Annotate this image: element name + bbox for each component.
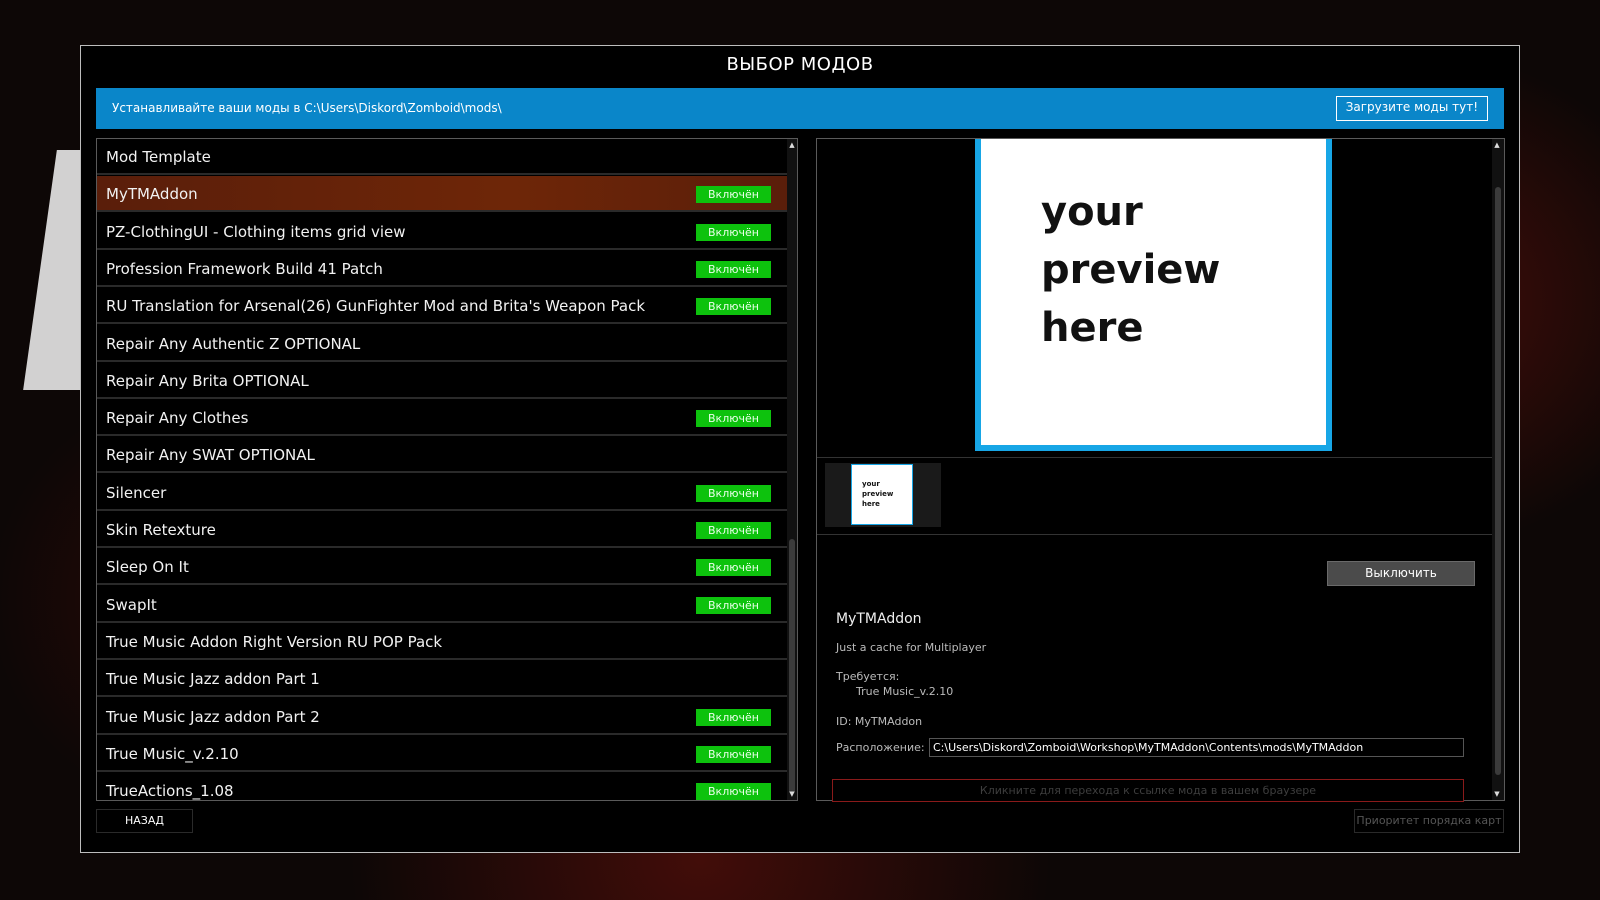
mod-row[interactable]: True Music Jazz addon Part 2 Включён [97,699,787,735]
mod-name: Repair Any Authentic Z OPTIONAL [106,335,361,353]
upload-mods-button[interactable]: Загрузите моды тут! [1335,96,1488,121]
scrollbar-thumb[interactable] [1495,187,1501,775]
mod-row[interactable]: Sleep On It Включён [97,549,787,585]
mod-row[interactable]: Repair Any Authentic Z OPTIONAL [97,326,787,362]
enabled-badge: Включён [696,522,771,539]
enabled-badge: Включён [696,746,771,763]
requires-label: Требуется: [836,670,900,683]
mod-name: Repair Any Clothes [106,409,249,427]
enabled-badge: Включён [696,186,771,203]
enabled-badge: Включён [696,559,771,576]
mod-name: Sleep On It [106,558,189,576]
mod-name: Mod Template [106,148,211,166]
mod-row[interactable]: True Music_v.2.10 Включён [97,736,787,772]
thumbnail-item[interactable]: your preview here [825,463,941,527]
mods-path-text: Устанавливайте ваши моды в C:\Users\Disk… [112,101,502,115]
mod-name: MyTMAddon [106,185,198,203]
mod-name: SwapIt [106,596,157,614]
mod-row[interactable]: Silencer Включён [97,475,787,511]
enabled-badge: Включён [696,261,771,278]
mod-title: MyTMAddon [836,611,922,627]
mod-row[interactable]: PZ-ClothingUI - Clothing items grid view… [97,214,787,250]
mod-name: RU Translation for Arsenal(26) GunFighte… [106,297,646,315]
mod-name: Repair Any Brita OPTIONAL [106,372,309,390]
mod-name: True Music Addon Right Version RU POP Pa… [106,633,443,651]
mod-name: Repair Any SWAT OPTIONAL [106,446,315,464]
mod-name: Silencer [106,484,167,502]
mod-row[interactable]: True Music Jazz addon Part 1 [97,661,787,697]
requires-value: True Music_v.2.10 [856,685,954,698]
mod-detail-panel: your preview here your preview here Выключит… [816,138,1505,802]
enabled-badge: Включён [696,298,771,315]
enabled-badge: Включён [696,709,771,726]
scroll-up-icon[interactable]: ▲ [1493,141,1501,149]
info-bar: Устанавливайте ваши моды в C:\Users\Disk… [96,88,1504,129]
mod-row[interactable]: TrueActions_1.08 Включён [97,773,787,800]
mod-row[interactable]: True Music Addon Right Version RU POP Pa… [97,624,787,660]
mod-name: Profession Framework Build 41 Patch [106,260,383,278]
mod-select-window: ВЫБОР МОДОВ Устанавливайте ваши моды в C… [80,45,1520,853]
mod-row[interactable]: Profession Framework Build 41 Patch Включ… [97,251,787,287]
location-field[interactable]: C:\Users\Diskord\Zomboid\Workshop\MyTMAd… [929,738,1464,757]
mod-id: ID: MyTMAddon [836,715,923,728]
mod-name: TrueActions_1.08 [106,782,234,800]
mod-row[interactable]: Skin Retexture Включён [97,512,787,548]
detail-scrollbar[interactable]: ▲ ▼ [1492,139,1504,800]
mod-description: Just a cache for Multiplayer [836,641,987,654]
enabled-badge: Включён [696,224,771,241]
thumbnail-image: your preview here [851,464,913,525]
open-link-button[interactable]: Кликните для перехода к ссылке мода в ва… [832,779,1464,802]
mod-name: True Music_v.2.10 [106,745,239,763]
disable-mod-button[interactable]: Выключить [1327,561,1475,586]
mod-row[interactable]: RU Translation for Arsenal(26) GunFighte… [97,288,787,324]
scroll-down-icon[interactable]: ▼ [1493,790,1501,798]
preview-caption: your preview here [1041,189,1221,351]
scroll-down-icon[interactable]: ▼ [788,790,796,798]
enabled-badge: Включён [696,410,771,427]
enabled-badge: Включён [696,597,771,614]
mod-row[interactable]: MyTMAddon Включён [97,176,787,212]
mod-list-scrollbar[interactable]: ▲ ▼ [787,139,797,800]
window-title: ВЫБОР МОДОВ [726,54,874,75]
location-label: Расположение: [836,741,925,754]
back-button[interactable]: НАЗАД [96,809,193,833]
mod-name: Skin Retexture [106,521,216,539]
mod-name: True Music Jazz addon Part 1 [106,670,320,688]
mod-row[interactable]: Repair Any SWAT OPTIONAL [97,437,787,473]
mod-name: True Music Jazz addon Part 2 [106,708,320,726]
preview-image: your preview here [975,139,1332,451]
enabled-badge: Включён [696,485,771,502]
mod-row[interactable]: SwapIt Включён [97,587,787,623]
mod-row[interactable]: Repair Any Brita OPTIONAL [97,363,787,399]
scrollbar-thumb[interactable] [789,539,795,794]
thumbnail-caption: your preview here [862,480,894,508]
preview-area: your preview here [817,139,1492,458]
enabled-badge: Включён [696,783,771,800]
mod-list: TrueActions_1.08 Включён True Music_v.2.10… [96,138,798,801]
map-priority-button[interactable]: Приоритет порядка карт [1354,809,1504,833]
mod-name: PZ-ClothingUI - Clothing items grid view [106,223,406,241]
mod-row[interactable]: Repair Any Clothes Включён [97,400,787,436]
thumbnail-strip: your preview here [817,458,1492,535]
mod-row[interactable]: Mod Template [97,139,787,175]
scroll-up-icon[interactable]: ▲ [788,141,796,149]
